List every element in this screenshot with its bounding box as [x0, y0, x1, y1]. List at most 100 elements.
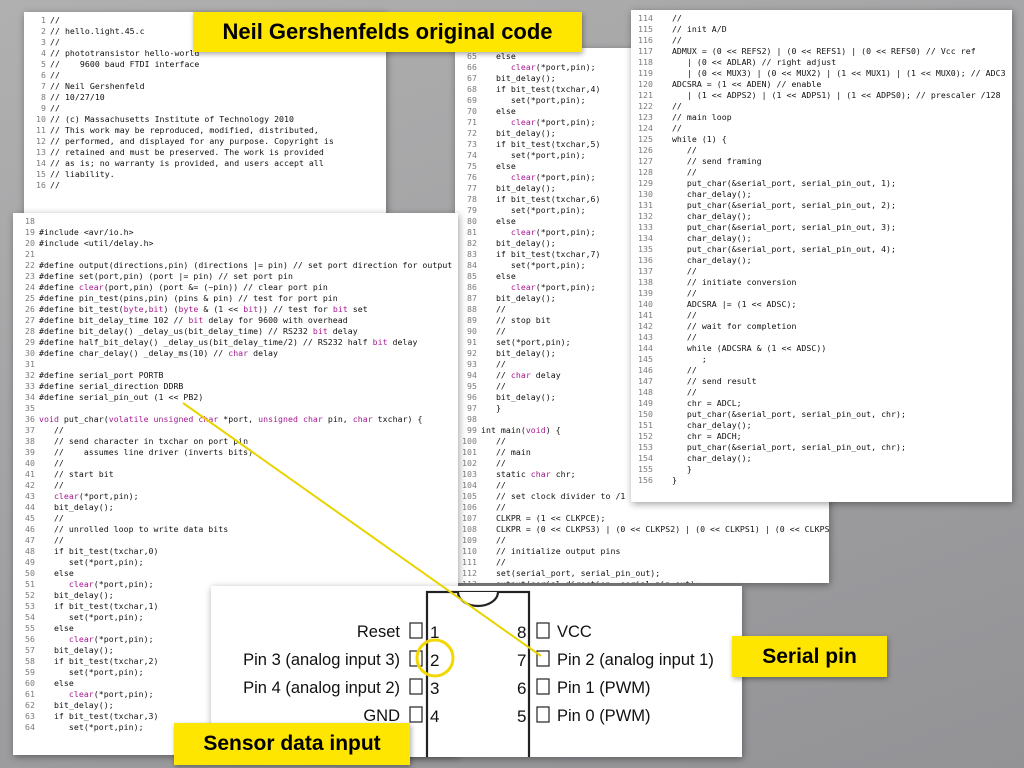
- line-number: 56: [25, 634, 35, 644]
- line-number: 151: [638, 420, 653, 430]
- line-number: 91: [467, 337, 477, 347]
- code-line: 135 put_char(&serial_port, serial_pin_ou…: [631, 244, 1012, 255]
- line-text: // send character in txchar on port pin: [39, 436, 249, 446]
- line-number: 150: [638, 409, 653, 419]
- code-line: 40 //: [13, 458, 458, 469]
- code-line: 19 #include <avr/io.h>: [13, 227, 458, 238]
- line-number: 118: [638, 57, 653, 67]
- line-number: 117: [638, 46, 653, 56]
- code-line: 146 //: [631, 365, 1012, 376]
- line-text: //: [481, 557, 506, 567]
- line-text: if bit_test(txchar,2): [39, 656, 159, 666]
- line-number: 29: [25, 337, 35, 347]
- line-number: 126: [638, 145, 653, 155]
- code-line: 123 // main loop: [631, 112, 1012, 123]
- line-number: 39: [25, 447, 35, 457]
- line-number: 36: [25, 414, 35, 424]
- line-text: //: [39, 425, 64, 435]
- line-number: 101: [462, 447, 477, 457]
- pin-box: [409, 678, 423, 695]
- line-number: 57: [25, 645, 35, 655]
- line-number: 4: [41, 48, 46, 58]
- line-text: bit_delay();: [39, 502, 114, 512]
- line-number: 23: [25, 271, 35, 281]
- line-number: 108: [462, 524, 477, 534]
- line-text: // send framing: [657, 156, 762, 166]
- line-text: else: [481, 106, 516, 116]
- line-text: clear(*port,pin);: [510, 117, 596, 127]
- line-text: clear(*port,pin);: [510, 227, 596, 237]
- line-text: // main: [481, 447, 531, 457]
- line-text: //: [657, 288, 697, 298]
- line-text: bit_delay();: [481, 183, 556, 193]
- line-number: 141: [638, 310, 653, 320]
- line-number: 124: [638, 123, 653, 133]
- line-number: 128: [638, 167, 653, 177]
- code-line: 152 chr = ADCH;: [631, 431, 1012, 442]
- line-text: //: [657, 332, 697, 342]
- pin-number: 6: [517, 679, 526, 698]
- code-line: 116 //: [631, 35, 1012, 46]
- code-line: 10 // (c) Massachusetts Institute of Tech…: [24, 114, 386, 125]
- loop-code-page: 114 //115 // init A/D 116 //117 ADMUX = (…: [631, 10, 1012, 502]
- line-number: 48: [25, 546, 35, 556]
- line-text: // phototransistor hello-world: [50, 48, 200, 58]
- line-text: if bit_test(txchar,4): [481, 84, 601, 94]
- line-number: 115: [638, 24, 653, 34]
- line-text: static char chr;: [481, 469, 576, 479]
- line-text: if bit_test(txchar,6): [481, 194, 601, 204]
- line-number: 16: [36, 180, 46, 190]
- line-text: //: [481, 502, 506, 512]
- pin-label: Pin 4 (analog input 2): [243, 679, 400, 697]
- serial-pin-callout: Serial pin: [732, 636, 887, 677]
- line-text: // Neil Gershenfeld: [50, 81, 145, 91]
- line-number: 119: [638, 68, 653, 78]
- line-text: #define clear(port,pin) (port &= (~pin))…: [39, 282, 328, 292]
- line-text: //: [481, 381, 506, 391]
- line-number: 28: [25, 326, 35, 336]
- line-text: void put_char(volatile unsigned char *po…: [39, 414, 423, 424]
- pin-label: Pin 0 (PWM): [557, 707, 651, 725]
- code-line: 131 put_char(&serial_port, serial_pin_ou…: [631, 200, 1012, 211]
- line-number: 18: [25, 216, 35, 226]
- line-number: 129: [638, 178, 653, 188]
- line-number: 22: [25, 260, 35, 270]
- line-number: 87: [467, 293, 477, 303]
- line-text: #define serial_direction DDRB: [39, 381, 184, 391]
- right-pin-5: 5 Pin 0 (PWM): [517, 706, 651, 726]
- line-number: 52: [25, 590, 35, 600]
- code-line: 122 //: [631, 101, 1012, 112]
- line-text: ADCSRA = (1 << ADEN) // enable: [657, 79, 822, 89]
- code-line: 118 | (0 << ADLAR) // right adjust: [631, 57, 1012, 68]
- line-number: 152: [638, 431, 653, 441]
- line-number: 19: [25, 227, 35, 237]
- line-text: CLKPR = (1 << CLKPCE);: [481, 513, 606, 523]
- line-text: }: [657, 464, 692, 474]
- line-text: set(*port,pin);: [481, 260, 586, 270]
- code-line: 130 char_delay();: [631, 189, 1012, 200]
- line-text: #define bit_delay_time 102 // bit delay …: [39, 315, 348, 325]
- line-number: 107: [462, 513, 477, 523]
- pin-label: Pin 2 (analog input 1): [557, 651, 714, 669]
- line-text: char_delay();: [657, 211, 752, 221]
- code-line: 37 //: [13, 425, 458, 436]
- left-pin-3: Pin 4 (analog input 2) 3: [243, 678, 439, 698]
- code-line: 133 put_char(&serial_port, serial_pin_ou…: [631, 222, 1012, 233]
- line-text: //: [481, 326, 506, 336]
- line-number: 74: [467, 150, 477, 160]
- line-number: 95: [467, 381, 477, 391]
- line-number: 13: [36, 147, 46, 157]
- line-number: 37: [25, 425, 35, 435]
- code-line: 153 put_char(&serial_port, serial_pin_ou…: [631, 442, 1012, 453]
- code-line: 16 //: [24, 180, 386, 191]
- code-line: 9 //: [24, 103, 386, 114]
- code-line: 132 char_delay();: [631, 211, 1012, 222]
- code-line: 45 //: [13, 513, 458, 524]
- code-line: 46 // unrolled loop to write data bits: [13, 524, 458, 535]
- line-number: 5: [41, 59, 46, 69]
- line-number: 99: [467, 425, 477, 435]
- line-text: bit_delay();: [481, 293, 556, 303]
- line-text: //: [657, 35, 682, 45]
- line-number: 85: [467, 271, 477, 281]
- line-text: char_delay();: [657, 420, 752, 430]
